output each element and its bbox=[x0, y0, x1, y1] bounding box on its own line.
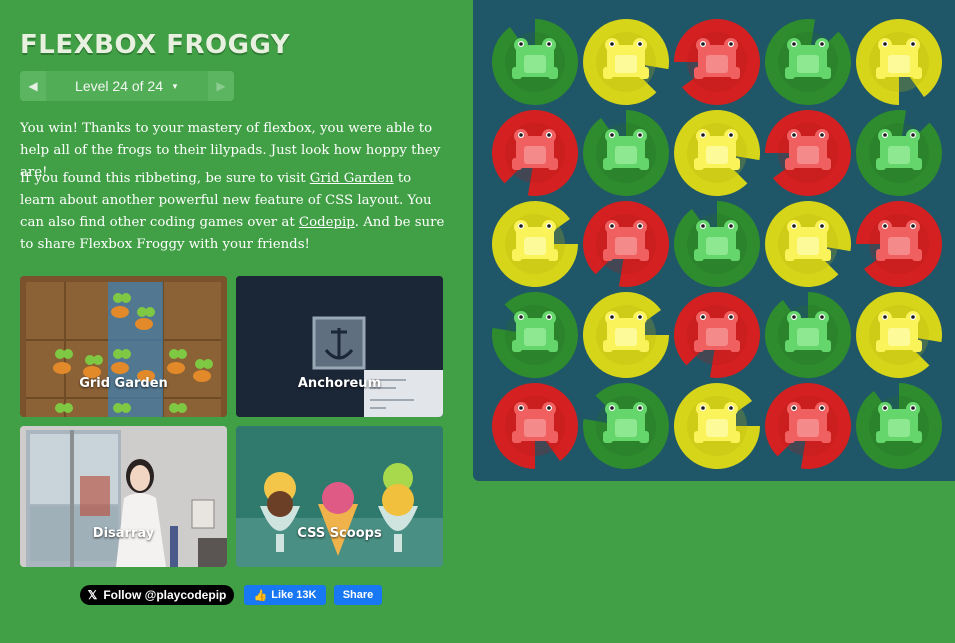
level-selector[interactable]: Level 24 of 24 ▼ bbox=[46, 78, 208, 94]
red-lilypad bbox=[672, 290, 762, 380]
green-frog-icon bbox=[512, 38, 558, 79]
yellow-lilypad bbox=[672, 108, 762, 198]
share-text-1: If you found this ribbeting, be sure to … bbox=[20, 171, 310, 186]
green-lilypad bbox=[581, 108, 671, 198]
game-title-css-scoops: CSS Scoops bbox=[297, 526, 382, 541]
yellow-lilypad bbox=[672, 381, 762, 471]
yellow-frog-icon bbox=[694, 129, 740, 170]
grid-garden-thumbnail bbox=[20, 276, 227, 417]
red-frog-icon bbox=[876, 220, 922, 261]
green-lilypad bbox=[854, 381, 944, 471]
facebook-share-button[interactable]: Share bbox=[334, 585, 382, 605]
app-title: FLEXBOX FROGGY bbox=[20, 30, 291, 60]
yellow-lilypad bbox=[763, 199, 853, 289]
facebook-like-label: Like 13K bbox=[271, 589, 317, 601]
x-logo-icon: 𝕏 bbox=[87, 588, 98, 602]
red-lilypad bbox=[490, 381, 580, 471]
red-lilypad bbox=[490, 108, 580, 198]
red-lilypad bbox=[672, 17, 762, 107]
game-title-grid-garden: Grid Garden bbox=[79, 376, 168, 391]
red-frog-icon bbox=[785, 129, 831, 170]
level-label: Level 24 of 24 bbox=[75, 78, 164, 94]
css-scoops-thumbnail bbox=[236, 426, 443, 567]
yellow-lilypad bbox=[581, 17, 671, 107]
green-lilypad bbox=[672, 199, 762, 289]
game-tile-grid-garden[interactable]: Grid Garden bbox=[20, 276, 227, 417]
yellow-frog-icon bbox=[785, 220, 831, 261]
red-frog-icon bbox=[785, 402, 831, 443]
green-frog-icon bbox=[603, 402, 649, 443]
green-frog-icon bbox=[876, 129, 922, 170]
game-title-anchoreum: Anchoreum bbox=[297, 376, 382, 391]
game-tile-css-scoops[interactable]: CSS Scoops bbox=[236, 426, 443, 567]
red-lilypad bbox=[763, 108, 853, 198]
red-lilypad bbox=[581, 199, 671, 289]
green-lilypad bbox=[581, 381, 671, 471]
yellow-frog-icon bbox=[512, 220, 558, 261]
yellow-frog-icon bbox=[876, 38, 922, 79]
green-lilypad bbox=[854, 108, 944, 198]
red-frog-icon bbox=[512, 129, 558, 170]
pond-board bbox=[473, 0, 955, 481]
twitter-follow-button[interactable]: 𝕏 Follow @playcodepip bbox=[80, 585, 234, 605]
facebook-share-label: Share bbox=[342, 589, 374, 601]
disarray-thumbnail bbox=[20, 426, 227, 567]
red-lilypad bbox=[854, 199, 944, 289]
facebook-like-button[interactable]: 👍 Like 13K bbox=[244, 585, 326, 605]
next-level-button[interactable]: ▶ bbox=[208, 71, 234, 101]
twitter-follow-label: Follow @playcodepip bbox=[103, 588, 227, 602]
caret-right-icon: ▶ bbox=[216, 79, 226, 93]
yellow-frog-icon bbox=[603, 38, 649, 79]
green-frog-icon bbox=[694, 220, 740, 261]
previous-level-button[interactable]: ◀ bbox=[20, 71, 46, 101]
red-frog-icon bbox=[694, 38, 740, 79]
red-frog-icon bbox=[512, 402, 558, 443]
caret-left-icon: ◀ bbox=[28, 79, 38, 93]
grid-garden-link[interactable]: Grid Garden bbox=[310, 171, 394, 186]
anchoreum-thumbnail bbox=[236, 276, 443, 417]
codepip-link[interactable]: Codepip bbox=[299, 215, 355, 230]
yellow-lilypad bbox=[581, 290, 671, 380]
yellow-lilypad bbox=[854, 17, 944, 107]
yellow-frog-icon bbox=[603, 311, 649, 352]
yellow-lilypad bbox=[490, 199, 580, 289]
thumbs-up-icon: 👍 bbox=[253, 589, 268, 602]
green-lilypad bbox=[763, 17, 853, 107]
red-lilypad bbox=[763, 381, 853, 471]
share-message: If you found this ribbeting, be sure to … bbox=[20, 168, 450, 256]
green-lilypad bbox=[763, 290, 853, 380]
game-title-disarray: Disarray bbox=[92, 526, 155, 541]
yellow-frog-icon bbox=[694, 402, 740, 443]
green-lilypad bbox=[490, 290, 580, 380]
green-frog-icon bbox=[785, 311, 831, 352]
green-frog-icon bbox=[603, 129, 649, 170]
game-tile-anchoreum[interactable]: Anchoreum bbox=[236, 276, 443, 417]
red-frog-icon bbox=[694, 311, 740, 352]
yellow-lilypad bbox=[854, 290, 944, 380]
green-frog-icon bbox=[785, 38, 831, 79]
red-frog-icon bbox=[603, 220, 649, 261]
instructions-panel: FLEXBOX FROGGY ◀ Level 24 of 24 ▼ ▶ You w… bbox=[0, 0, 472, 643]
yellow-frog-icon bbox=[876, 311, 922, 352]
green-frog-icon bbox=[876, 402, 922, 443]
game-tile-disarray[interactable]: Disarray bbox=[20, 426, 227, 567]
caret-down-icon: ▼ bbox=[171, 82, 179, 91]
level-navigation: ◀ Level 24 of 24 ▼ ▶ bbox=[20, 71, 234, 101]
green-frog-icon bbox=[512, 311, 558, 352]
green-lilypad bbox=[490, 17, 580, 107]
